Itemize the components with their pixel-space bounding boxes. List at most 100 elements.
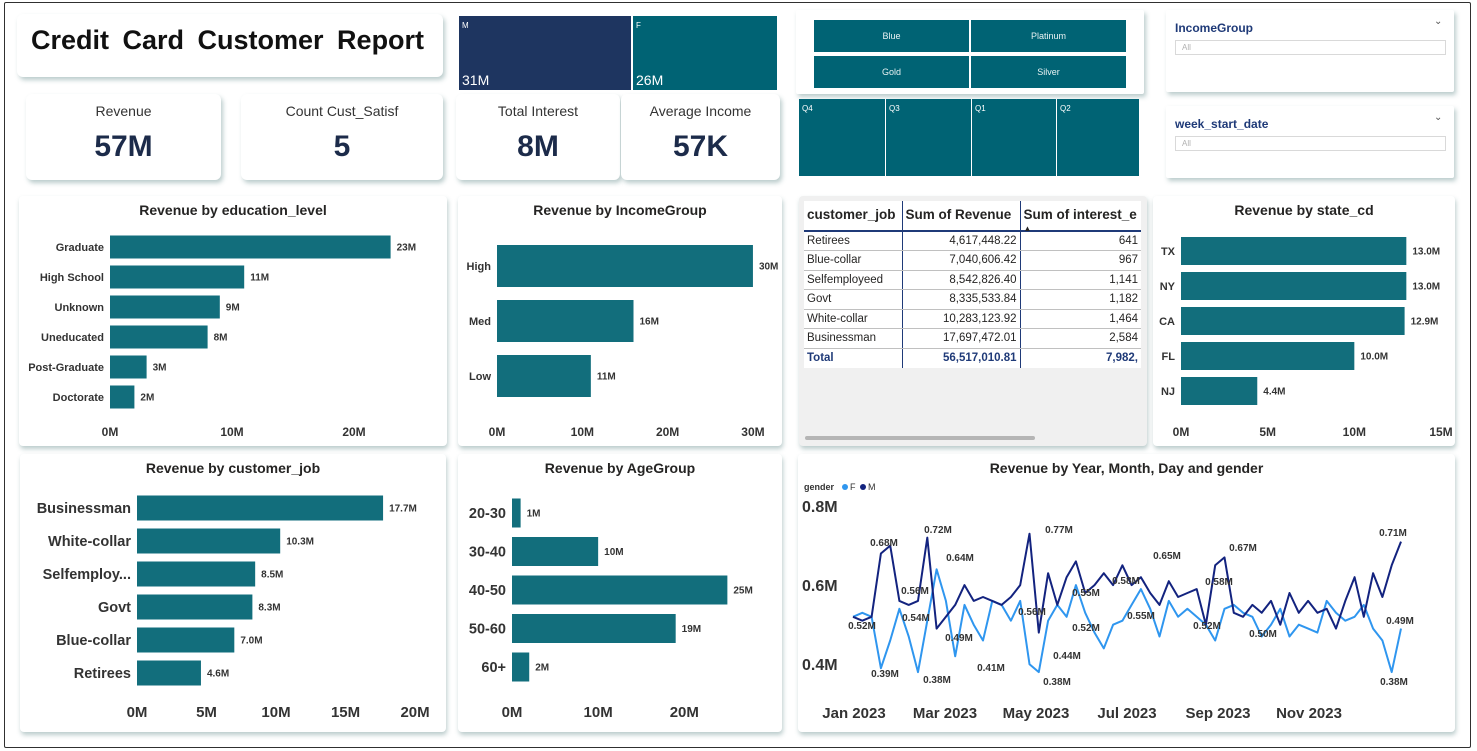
bar [1181,307,1405,335]
line-chart-svg: gender F M 0.4M 0.6M 0.8M Jan 2023 Mar 2023 May … [802,482,1414,722]
col-header-sum-revenue[interactable]: Sum of Revenue [901,201,1020,232]
kpi-card-average-income[interactable]: Average Income 57K [621,94,780,180]
category-label: Uneducated [41,332,104,344]
data-label: 8.5M [261,570,283,581]
data-label: 0.38M [1380,677,1408,688]
cell-job: Govt [804,289,902,310]
data-label: 10.3M [286,537,314,548]
legend-title: gender [804,482,835,492]
axis-tick-label: 0M [1173,425,1190,439]
kpi-label: Revenue [95,103,152,119]
job-table-visual[interactable]: customer_job Sum of Revenue Sum of inter… [799,196,1147,446]
bar [137,660,201,686]
cell-interest: 967 [1019,250,1141,271]
x-axis-tick-label: Nov 2023 [1276,705,1342,722]
week-start-date-slicer: week_start_date ⌄ All [1166,106,1454,178]
col-header-sum-interest[interactable]: Sum of interest_e ▲ [1019,201,1141,233]
x-axis-tick-label: Sep 2023 [1185,705,1250,722]
agegroup-chart[interactable]: Revenue by AgeGroup 20-30 1M 30-40 10M 40-50… [458,454,782,732]
agegroup-bar-svg: 20-30 1M 30-40 10M 40-50 25M 50-60 19M 60+ 2M 0M 10… [469,498,753,721]
slicer-option-silver[interactable]: Silver [971,56,1126,88]
job-chart[interactable]: Revenue by customer_job Businessman 17.7M… [20,454,446,732]
bar [1181,342,1355,370]
data-label: 0.71M [1379,528,1407,539]
education-chart[interactable]: Revenue by education_level Graduate 23M Hi… [19,196,447,446]
bar [512,652,530,682]
category-label: FL [1162,351,1176,363]
data-label: 0.44M [1053,651,1081,662]
bar [110,385,135,409]
kpi-card-revenue[interactable]: Revenue 57M [26,94,221,180]
data-label: 4.6M [207,669,229,680]
data-label: 30M [759,262,778,273]
table-row[interactable]: White-collar 10,283,123.92 1,464 [804,309,1141,329]
report-title: Credit Card Customer Report [31,25,425,55]
x-axis-tick-label: Mar 2023 [913,705,977,722]
quarter-tile-q2[interactable]: Q2 [1057,99,1139,176]
data-label: 0.54M [902,613,930,624]
slicer-title: week_start_date [1175,117,1269,131]
cell-revenue: 10,283,123.92 [901,309,1020,329]
table-total-row[interactable]: Total 56,517,010.81 7,982, [804,348,1141,368]
quarter-tile-q3[interactable]: Q3 [886,99,971,176]
bar [1181,377,1258,405]
data-label: 0.39M [871,669,899,680]
kpi-label: Total Interest [497,103,579,119]
quarter-tile-q1[interactable]: Q1 [972,99,1056,176]
data-label: 2M [140,393,154,404]
category-label: 60+ [481,660,506,676]
axis-tick-label: 20M [400,704,429,721]
category-label: 30-40 [469,545,506,561]
table-row[interactable]: Govt 8,335,533.84 1,182 [804,289,1141,310]
data-label: 10M [604,547,623,558]
slicer-option-platinum[interactable]: Platinum [971,20,1126,52]
tile-label: Q4 [802,104,813,113]
gender-tile-m[interactable]: M 31M [459,16,631,90]
table-row[interactable]: Businessman 17,697,472.01 2,584 [804,328,1141,349]
data-label: 0.68M [870,538,898,549]
col-header-customer-job[interactable]: customer_job [804,201,902,232]
bar [110,355,147,379]
chevron-down-icon[interactable]: ⌄ [1434,112,1442,123]
category-label: 20-30 [469,506,506,522]
slicer-option-blue[interactable]: Blue [814,20,969,52]
category-label: 50-60 [469,622,506,638]
data-label: 0.56M [1018,607,1046,618]
week-start-date-dropdown[interactable]: All [1175,136,1446,151]
bar [497,245,753,287]
category-label: Selfemploy... [43,567,131,583]
gender-tile-f[interactable]: F 26M [633,16,777,90]
table-row[interactable]: Selfemployeed 8,542,826.40 1,141 [804,270,1141,290]
bar [137,594,253,620]
x-axis-tick-label: Jul 2023 [1097,705,1156,722]
x-axis-tick-label: May 2023 [1003,705,1070,722]
incomegroup-dropdown[interactable]: All [1175,40,1446,55]
data-label: 0.49M [945,633,973,644]
category-label: CA [1159,316,1175,328]
tile-label: Q2 [1060,104,1071,113]
bar [137,495,384,521]
incomegroup-chart[interactable]: Revenue by IncomeGroup High 30M Med 16M Low 1… [458,196,782,446]
table-row[interactable]: Retirees 4,617,448.22 641 [804,231,1141,251]
horizontal-scrollbar[interactable] [805,436,1035,440]
data-label: 0.55M [1127,611,1155,622]
chevron-down-icon[interactable]: ⌄ [1434,16,1442,27]
y-axis-tick-label: 0.8M [802,499,838,516]
slicer-option-gold[interactable]: Gold [814,56,969,88]
axis-tick-label: 5M [196,704,217,721]
bar [137,528,281,554]
tile-value: 26M [636,72,664,88]
cell-interest: 7,982, [1019,348,1141,368]
axis-tick-label: 5M [1259,425,1276,439]
quarter-tile-q4[interactable]: Q4 [799,99,885,176]
line-chart[interactable]: Revenue by Year, Month, Day and gender g… [798,454,1455,732]
kpi-card-total-interest[interactable]: Total Interest 8M [456,94,620,180]
title-card: Credit Card Customer Report [17,14,443,77]
kpi-card-cust-satisf[interactable]: Count Cust_Satisf 5 [241,94,443,180]
table-row[interactable]: Blue-collar 7,040,606.42 967 [804,250,1141,271]
data-label: 0.58M [1205,577,1233,588]
data-label: 11M [250,273,269,284]
state-chart[interactable]: Revenue by state_cd TX 13.0M NY 13.0M CA 12.9… [1153,196,1455,446]
data-label: 7.0M [240,636,262,647]
kpi-label: Average Income [649,103,752,119]
